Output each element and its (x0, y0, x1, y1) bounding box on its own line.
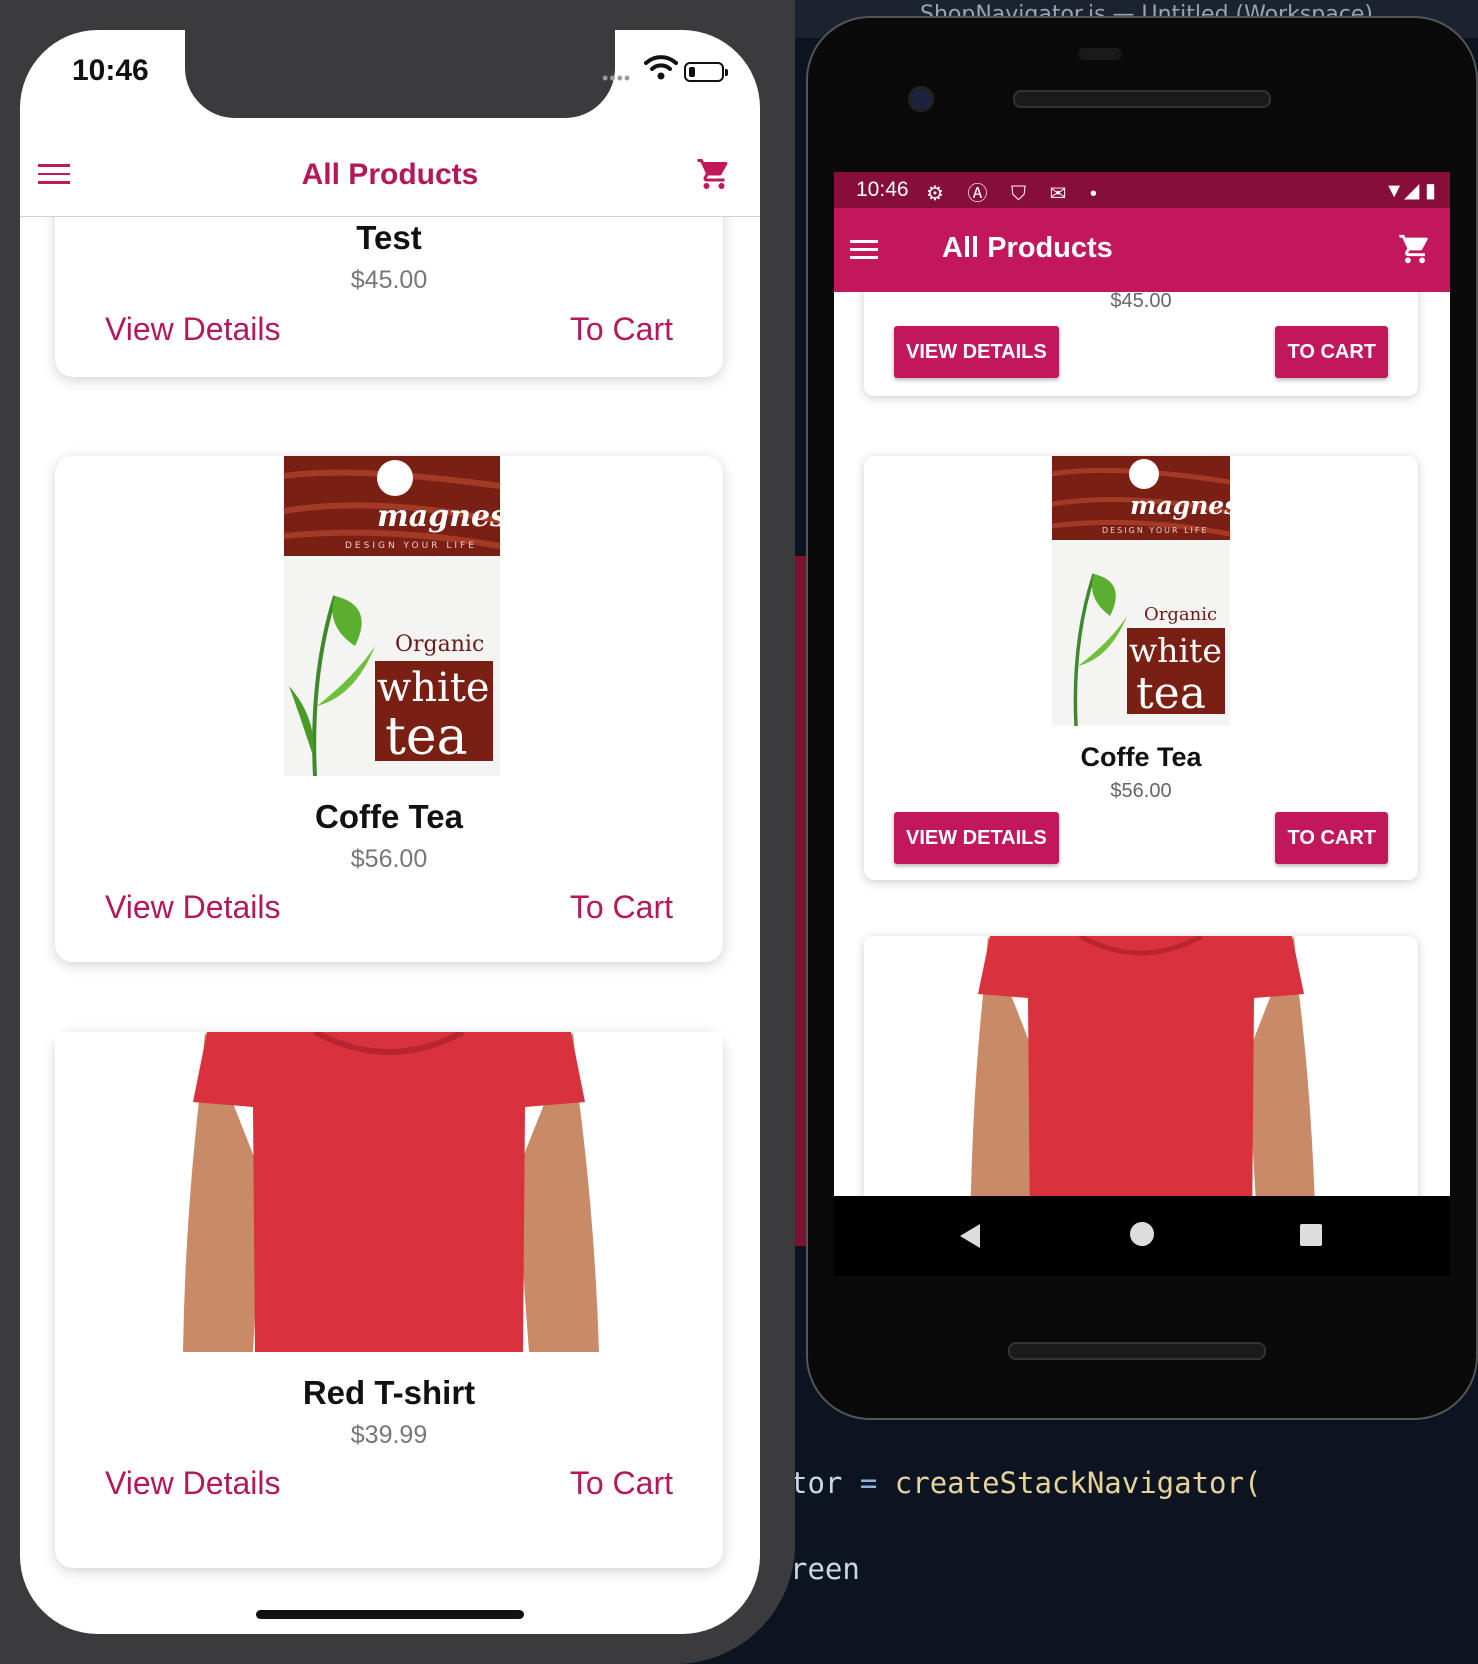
to-cart-button[interactable]: To Cart (570, 311, 673, 348)
svg-text:DESIGN YOUR LIFE: DESIGN YOUR LIFE (345, 541, 477, 551)
code-line: reen (790, 1552, 860, 1586)
product-name: Red T-shirt (302, 1374, 476, 1411)
code-line: tor = createStackNavigator( (790, 1466, 1262, 1500)
svg-text:Organic: Organic (395, 632, 484, 657)
product-price: $45.00 (350, 266, 428, 294)
svg-text:magnesa: magnesa (1130, 491, 1255, 520)
android-status-time: 10:46 (856, 178, 909, 201)
product-price: $45.00 (1110, 292, 1172, 312)
svg-text:DESIGN YOUR LIFE: DESIGN YOUR LIFE (1102, 526, 1209, 535)
sensor (1078, 48, 1122, 60)
tea-package-image: magnesa DESIGN YOUR LIFE Organic white t… (283, 456, 526, 776)
bottom-speaker (1008, 1342, 1266, 1360)
iphone-simulator: 10:46 •••• All Products Test $45.00 View… (0, 0, 795, 1664)
android-screen: 10:46 ⚙ Ⓐ ⛉ ✉ • ▼◢ ▮ All Products $45.00… (834, 172, 1450, 1196)
product-price: $39.99 (350, 1421, 428, 1449)
notification-icons: ⚙ Ⓐ ⛉ ✉ • (926, 183, 1106, 205)
home-icon[interactable] (1130, 1222, 1154, 1246)
view-details-button[interactable]: View Details (105, 889, 280, 926)
earpiece-speaker (1013, 90, 1271, 108)
view-details-button[interactable]: View Details (105, 311, 280, 348)
product-list[interactable]: $45.00 VIEW DETAILS TO CART magnesa DESI… (834, 292, 1450, 1196)
product-card: Test $45.00 View Details To Cart (55, 217, 723, 377)
svg-text:white: white (1129, 631, 1222, 670)
red-tshirt-image (864, 936, 1418, 1196)
svg-text:Organic: Organic (1144, 604, 1217, 625)
android-emulator: 10:46 ⚙ Ⓐ ⛉ ✉ • ▼◢ ▮ All Products $45.00… (806, 16, 1478, 1420)
tea-package-image: magnesa DESIGN YOUR LIFE Organic white t… (1051, 456, 1255, 726)
view-details-button[interactable]: VIEW DETAILS (894, 812, 1059, 864)
ios-header: All Products (20, 118, 760, 217)
page-title: All Products (301, 158, 479, 191)
page-title: All Products (942, 232, 1113, 264)
product-price: $56.00 (1110, 780, 1172, 802)
ios-status-time: 10:46 (72, 54, 149, 87)
recent-apps-icon[interactable] (1300, 1224, 1322, 1246)
signal-battery-icons: ▼◢ ▮ (1384, 180, 1436, 202)
product-name: Coffe Tea (1080, 742, 1202, 772)
view-details-button[interactable]: VIEW DETAILS (894, 326, 1059, 378)
view-details-button[interactable]: View Details (105, 1465, 280, 1502)
to-cart-button[interactable]: TO CART (1275, 326, 1388, 378)
battery-icon (684, 62, 728, 82)
red-tshirt-image (55, 1032, 723, 1352)
product-card: magnesa DESIGN YOUR LIFE Organic white t… (864, 456, 1418, 880)
shopping-cart-icon[interactable] (1398, 232, 1432, 266)
android-nav-bar (834, 1196, 1450, 1276)
front-camera (908, 86, 934, 112)
to-cart-button[interactable]: TO CART (1275, 812, 1388, 864)
android-app-bar: All Products (834, 208, 1450, 292)
product-image: magnesa DESIGN YOUR LIFE Organic white t… (864, 456, 1418, 726)
editor-highlight (794, 556, 806, 1246)
product-card (864, 936, 1418, 1196)
home-indicator[interactable] (256, 1610, 524, 1619)
product-name: Coffe Tea (315, 798, 463, 835)
wifi-icon (644, 55, 678, 80)
product-card: magnesa DESIGN YOUR LIFE Organic white t… (55, 456, 723, 962)
signal-icon: •••• (602, 68, 632, 88)
to-cart-button[interactable]: To Cart (570, 1465, 673, 1502)
back-icon[interactable] (960, 1224, 980, 1248)
product-image (864, 936, 1418, 1196)
product-image: magnesa DESIGN YOUR LIFE Organic white t… (55, 456, 723, 776)
product-card: Red T-shirt $39.99 View Details To Cart (55, 1032, 723, 1568)
product-image (55, 1032, 723, 1352)
product-card: $45.00 VIEW DETAILS TO CART (864, 292, 1418, 396)
svg-text:tea: tea (1136, 668, 1206, 719)
svg-text:tea: tea (385, 707, 468, 767)
ios-screen: 10:46 •••• All Products Test $45.00 View… (20, 30, 760, 1634)
to-cart-button[interactable]: To Cart (570, 889, 673, 926)
product-price: $56.00 (350, 845, 428, 873)
shopping-cart-icon[interactable] (696, 156, 732, 192)
product-list[interactable]: Test $45.00 View Details To Cart magnesa… (20, 217, 760, 1634)
hamburger-menu-icon[interactable] (850, 240, 878, 260)
ios-notch (185, 30, 615, 118)
product-name: Test (356, 219, 422, 256)
svg-text:magnesa: magnesa (377, 499, 526, 534)
battery-level (689, 67, 695, 77)
svg-text:white: white (377, 665, 490, 711)
android-status-bar: 10:46 ⚙ Ⓐ ⛉ ✉ • ▼◢ ▮ (834, 172, 1450, 208)
